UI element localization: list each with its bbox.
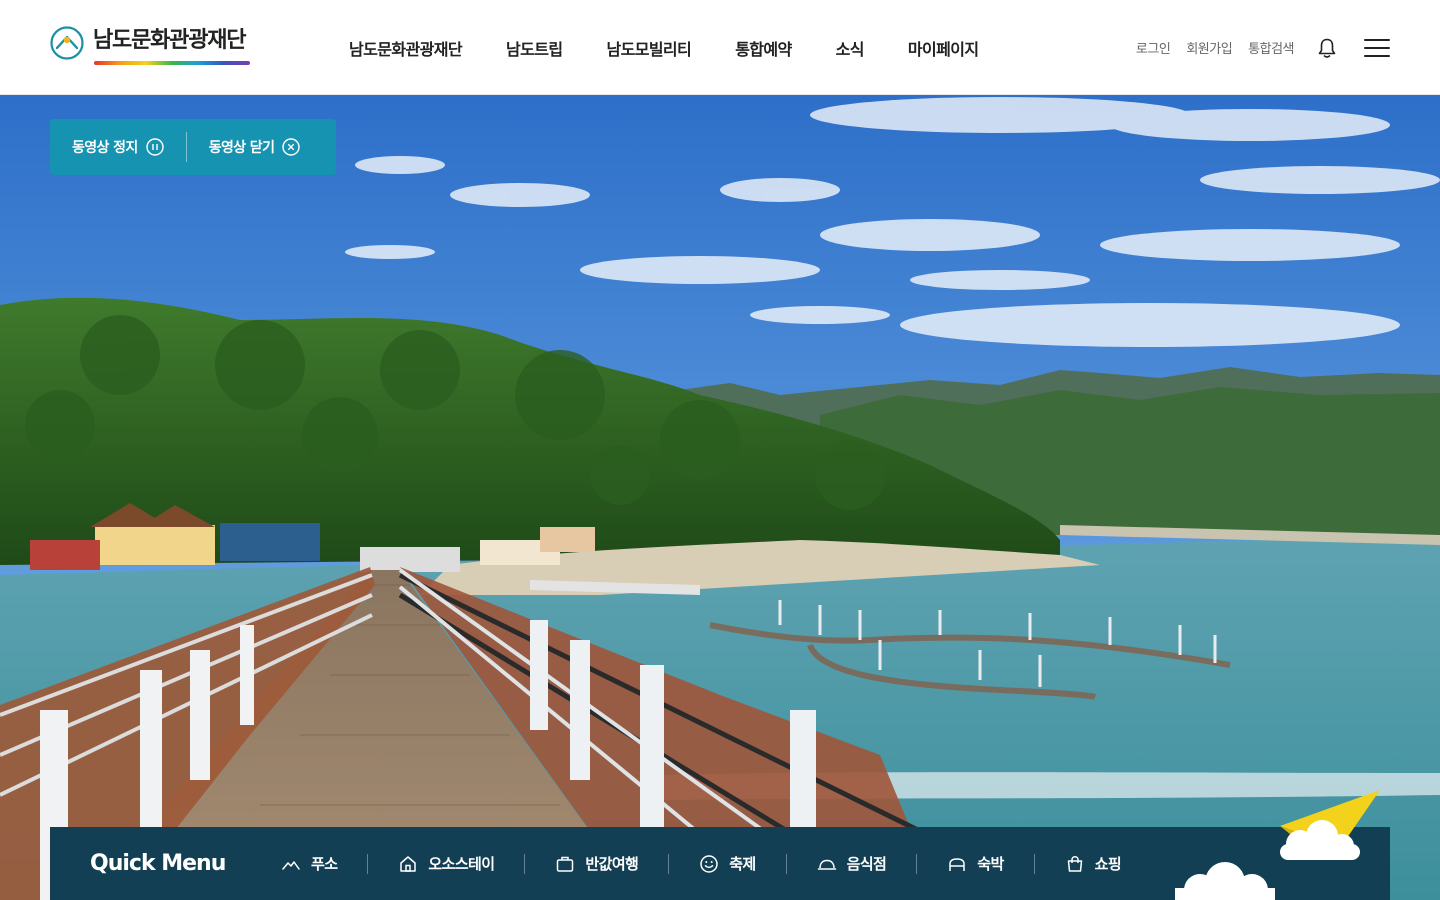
- nav-mypage[interactable]: 마이페이지: [886, 36, 1001, 60]
- smile-icon: [700, 854, 718, 873]
- quick-item-label: 반값여행: [585, 855, 639, 873]
- quick-divider: [668, 853, 670, 874]
- close-circle-icon: [282, 138, 301, 156]
- quick-menu-title: Quick Menu: [90, 851, 226, 876]
- quick-item-label: 축제: [729, 855, 756, 873]
- quick-divider: [367, 853, 369, 874]
- quick-divider: [916, 853, 918, 874]
- search-link[interactable]: 통합검색: [1248, 38, 1294, 57]
- nav-news[interactable]: 소식: [814, 36, 886, 60]
- signup-link[interactable]: 회원가입: [1186, 38, 1232, 57]
- quick-divider: [1033, 853, 1035, 874]
- quick-item-restaurant[interactable]: 음식점: [817, 853, 887, 874]
- bed-icon: [949, 857, 965, 871]
- paper-plane-cloud-decoration: [1175, 790, 1380, 900]
- logo-rainbow-bar: [94, 61, 250, 65]
- quick-item-label: 음식점: [846, 855, 887, 873]
- cloche-icon: [817, 859, 836, 870]
- quick-divider: [524, 853, 526, 874]
- bell-icon[interactable]: [1316, 36, 1338, 60]
- nav-namdo-trip[interactable]: 남도트립: [484, 36, 584, 60]
- hamburger-menu-icon[interactable]: [1364, 38, 1390, 58]
- hero-video-section: 동영상 정지 동영상 닫기: [0, 95, 1440, 900]
- video-close-label: 동영상 닫기: [208, 140, 275, 156]
- logo-text: 남도문화관광재단: [93, 28, 247, 53]
- suitcase-icon: [557, 856, 574, 872]
- video-controls: 동영상 정지 동영상 닫기: [50, 119, 336, 175]
- nav-foundation[interactable]: 남도문화관광재단: [327, 36, 484, 60]
- quick-item-lodging[interactable]: 숙박: [947, 853, 1004, 874]
- mountain-icon: [282, 860, 300, 870]
- site-header: 남도문화관광재단 남도문화관광재단 남도트립 남도모빌리티 통합예약 소식 마이…: [0, 0, 1440, 95]
- shopping-bag-icon: [1067, 855, 1082, 872]
- logo-mountain-icon: [50, 26, 84, 60]
- utility-menu: 로그인 회원가입 통합검색: [1136, 0, 1390, 95]
- quick-divider: [785, 853, 787, 874]
- quick-menu-items: 푸소 오소스테이 반값여행 축제 음식점 숙박 쇼핑: [281, 827, 1122, 900]
- video-close-button[interactable]: 동영상 닫기: [187, 119, 323, 175]
- home-icon: [400, 855, 417, 872]
- quick-item-half-price-trip[interactable]: 반값여행: [555, 853, 639, 874]
- quick-item-shopping[interactable]: 쇼핑: [1065, 853, 1122, 874]
- quick-item-ososstay[interactable]: 오소스테이: [398, 853, 495, 874]
- pause-circle-icon: [145, 138, 164, 156]
- site-logo[interactable]: 남도문화관광재단: [50, 26, 250, 70]
- quick-item-label: 쇼핑: [1094, 855, 1122, 873]
- login-link[interactable]: 로그인: [1136, 38, 1171, 57]
- video-pause-label: 동영상 정지: [72, 140, 138, 156]
- quick-item-label: 오소스테이: [428, 855, 495, 873]
- hero-landscape-image: [0, 95, 1440, 900]
- quick-item-festival[interactable]: 축제: [699, 853, 756, 874]
- quick-item-label: 숙박: [977, 855, 1004, 873]
- nav-mobility[interactable]: 남도모빌리티: [584, 36, 713, 60]
- quick-item-label: 푸소: [311, 855, 338, 873]
- main-nav: 남도문화관광재단 남도트립 남도모빌리티 통합예약 소식 마이페이지: [327, 0, 1001, 95]
- nav-reservation[interactable]: 통합예약: [713, 36, 813, 60]
- video-pause-button[interactable]: 동영상 정지: [50, 119, 186, 175]
- quick-item-puso[interactable]: 푸소: [281, 853, 338, 874]
